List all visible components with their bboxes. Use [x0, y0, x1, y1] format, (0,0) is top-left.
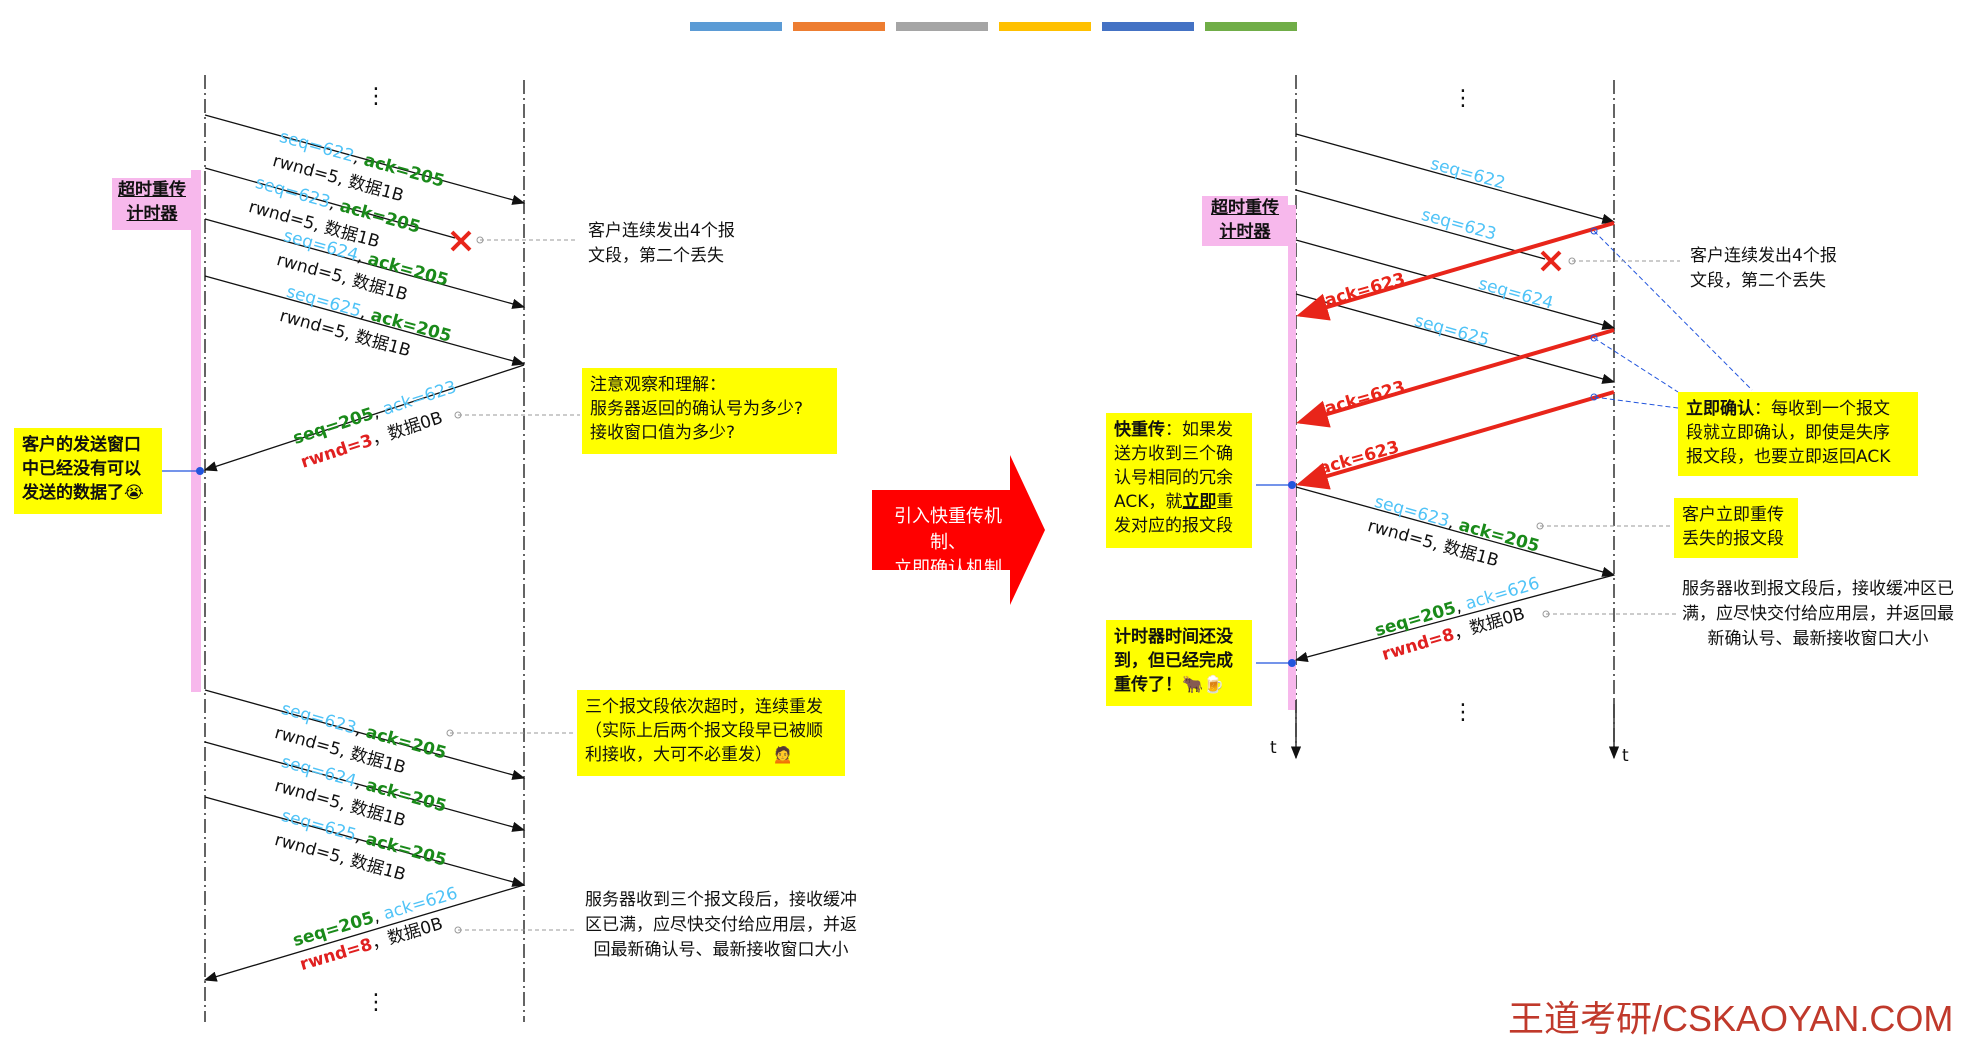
- big-arrow-line1: 引入快重传机制、: [894, 506, 1002, 553]
- note-line: 送方收到三个确: [1114, 444, 1233, 464]
- note-line: 注意观察和理解：: [590, 375, 726, 395]
- right-lost-cross-icon: [1540, 250, 1562, 272]
- legend-bar-3: [896, 22, 988, 31]
- right-note-lost: 客户连续发出4个报 文段，第二个丢失: [1690, 244, 1837, 294]
- note-line: 客户连续发出4个报: [1690, 246, 1837, 266]
- left-timer-label-line2: 计时器: [126, 204, 178, 224]
- note-line: ACK，就: [1114, 492, 1183, 512]
- note-line: ：每收到一个报文: [1754, 399, 1890, 419]
- right-note-fast-retransmit: 快重传：如果发 送方收到三个确 认号相同的冗余 ACK，就立即重 发对应的报文段: [1106, 413, 1252, 548]
- note-line: 客户立即重传: [1682, 505, 1784, 525]
- note-line: 接收窗口值为多少?: [590, 423, 736, 443]
- note-line: 区已满，应尽快交付给应用层，并返: [585, 915, 857, 935]
- note-line: 重传了！🐂🍺: [1114, 675, 1225, 695]
- right-t-client: t: [1270, 738, 1277, 758]
- right-timer-label-line2: 计时器: [1219, 222, 1271, 242]
- note-line: 服务器收到报文段后，接收缓冲区已: [1682, 579, 1954, 599]
- note-line: 文段，第二个丢失: [1690, 271, 1826, 291]
- note-line: 服务器收到三个报文段后，接收缓冲: [585, 890, 857, 910]
- note-line: 发对应的报文段: [1114, 516, 1233, 536]
- note-emphasis: 立即: [1182, 492, 1217, 512]
- note-line: （实际上后两个报文段早已被顺: [585, 721, 823, 741]
- note-line: 丢失的报文段: [1682, 529, 1784, 549]
- note-line: 新确认号、最新接收窗口大小: [1707, 629, 1929, 649]
- note-title: 快重传: [1114, 420, 1165, 440]
- legend-bar-4: [999, 22, 1091, 31]
- note-line: 回最新确认号、最新接收窗口大小: [593, 940, 849, 960]
- note-line: 段就立即确认，即使是失序: [1686, 423, 1890, 443]
- left-timer-label: 超时重传 计时器: [112, 178, 192, 230]
- right-ellipsis-top: ⋮: [1452, 86, 1474, 111]
- note-line: 中已经没有可以: [22, 459, 141, 479]
- left-lost-cross-icon: [450, 230, 472, 252]
- note-line: 计时器时间还没: [1114, 627, 1233, 647]
- right-timer-label: 超时重传 计时器: [1202, 196, 1288, 246]
- note-title: 立即确认: [1686, 399, 1754, 419]
- big-arrow-line2: 立即确认机制: [894, 558, 1002, 579]
- left-note-retransmit: 三个报文段依次超时，连续重发 （实际上后两个报文段早已被顺 利接收，大可不必重发…: [577, 690, 845, 776]
- note-line: ：如果发: [1165, 420, 1233, 440]
- note-line: 客户连续发出4个报: [588, 221, 735, 241]
- left-timer-label-line1: 超时重传: [118, 180, 186, 200]
- note-line: 服务器返回的确认号为多少?: [590, 399, 804, 419]
- note-line: 发送的数据了😭: [22, 483, 144, 503]
- right-t-server: t: [1622, 746, 1629, 766]
- left-note-observe: 注意观察和理解： 服务器返回的确认号为多少? 接收窗口值为多少?: [582, 368, 837, 454]
- left-ellipsis-bottom: ⋮: [365, 990, 387, 1015]
- right-timer-label-line1: 超时重传: [1211, 198, 1279, 218]
- legend-bar-6: [1205, 22, 1297, 31]
- legend-bar-5: [1102, 22, 1194, 31]
- left-note-server: 服务器收到三个报文段后，接收缓冲 区已满，应尽快交付给应用层，并返 回最新确认号…: [585, 888, 857, 963]
- left-note-lost: 客户连续发出4个报 文段，第二个丢失: [588, 219, 735, 269]
- right-note-server: 服务器收到报文段后，接收缓冲区已 满，应尽快交付给应用层，并返回最 新确认号、最…: [1670, 577, 1966, 652]
- big-arrow-label: 引入快重传机制、 立即确认机制: [878, 504, 1018, 582]
- slide: 超时重传 计时器 ⋮ ⋮ seq=622, ack=205 rwnd=5, 数据…: [0, 0, 1969, 1039]
- left-timer-bar: [191, 170, 201, 692]
- note-line: 利接收，大可不必重发）🙍: [585, 745, 794, 765]
- right-ellipsis-bottom: ⋮: [1452, 700, 1474, 725]
- note-line: 三个报文段依次超时，连续重发: [585, 697, 823, 717]
- left-note-window: 客户的发送窗口 中已经没有可以 发送的数据了😭: [14, 428, 162, 514]
- right-note-timer: 计时器时间还没 到，但已经完成 重传了！🐂🍺: [1106, 620, 1252, 706]
- note-line: 满，应尽快交付给应用层，并返回最: [1682, 604, 1954, 624]
- left-ellipsis-top: ⋮: [365, 84, 387, 109]
- note-line: 文段，第二个丢失: [588, 246, 724, 266]
- right-note-resend: 客户立即重传 丢失的报文段: [1674, 498, 1798, 558]
- note-line: 重: [1216, 492, 1234, 512]
- legend-bar-1: [690, 22, 782, 31]
- legend-bar-2: [793, 22, 885, 31]
- right-note-immediate-ack: 立即确认：每收到一个报文 段就立即确认，即使是失序 报文段，也要立即返回ACK: [1678, 392, 1918, 476]
- note-line: 客户的发送窗口: [22, 435, 141, 455]
- note-line: 认号相同的冗余: [1114, 468, 1233, 488]
- right-timer-bar: [1288, 205, 1296, 710]
- note-line: 到，但已经完成: [1114, 651, 1233, 671]
- brand-footer: 王道考研/CSKAOYAN.COM: [1508, 998, 1954, 1039]
- note-line: 报文段，也要立即返回ACK: [1686, 447, 1891, 467]
